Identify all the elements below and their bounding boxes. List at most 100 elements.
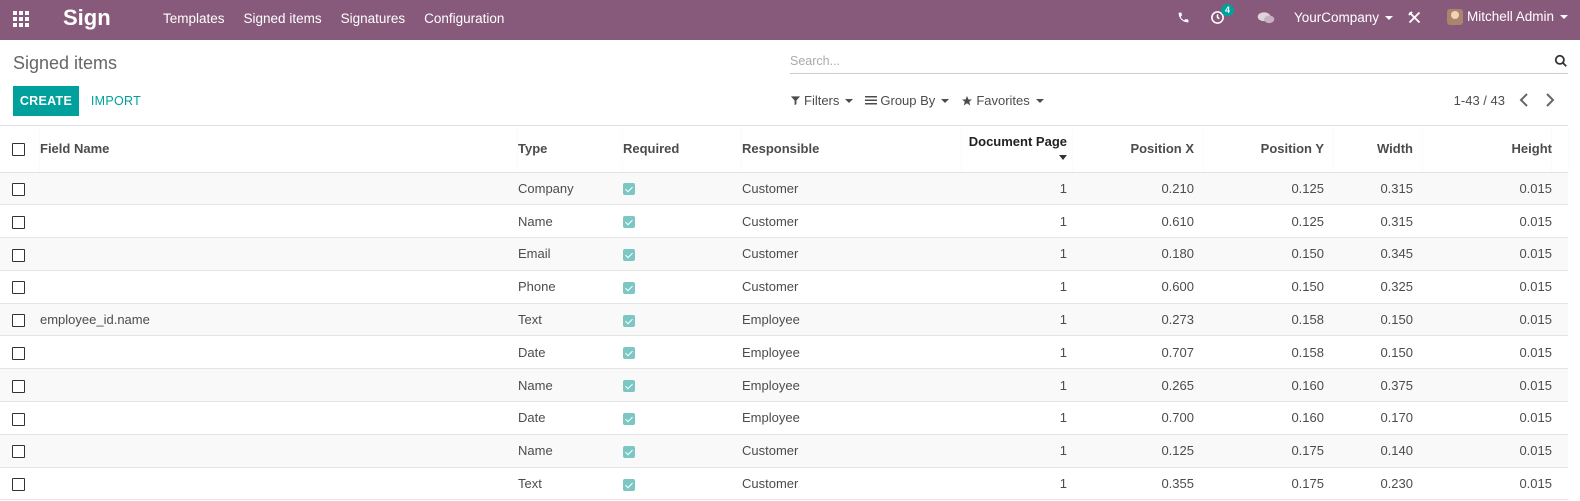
column-header-width[interactable]: Width xyxy=(1334,126,1423,173)
groupby-dropdown[interactable]: Group By xyxy=(865,93,950,108)
cell-width: 0.315 xyxy=(1334,172,1423,206)
menu-item-signed-items[interactable]: Signed items xyxy=(244,11,322,26)
phone-icon[interactable] xyxy=(1177,11,1191,25)
row-select-cell xyxy=(0,434,40,468)
filters-dropdown[interactable]: Filters xyxy=(790,93,854,108)
cell-position-y: 0.150 xyxy=(1204,237,1334,271)
cell-height: 0.015 xyxy=(1423,401,1552,435)
cell-field-name xyxy=(40,335,518,370)
row-checkbox[interactable] xyxy=(12,248,25,262)
column-header-document-page[interactable]: Document Page xyxy=(962,126,1073,173)
row-checkbox[interactable] xyxy=(12,445,25,459)
cell-height: 0.015 xyxy=(1423,335,1552,370)
column-header-responsible[interactable]: Responsible xyxy=(742,126,962,173)
cell-spacer xyxy=(1552,467,1568,501)
cell-field-name xyxy=(40,434,518,468)
table-row[interactable]: Name Customer 1 0.610 0.125 0.315 0.015 xyxy=(0,204,1568,239)
cell-height: 0.015 xyxy=(1423,467,1552,501)
cell-height: 0.015 xyxy=(1423,172,1552,206)
cell-field-name xyxy=(40,270,518,304)
cell-document-page: 1 xyxy=(962,237,1073,271)
cell-responsible: Customer xyxy=(742,237,962,271)
table-row[interactable]: Email Customer 1 0.180 0.150 0.345 0.015 xyxy=(0,237,1568,271)
debug-tools-icon[interactable] xyxy=(1407,10,1423,26)
chevron-left-icon[interactable] xyxy=(1519,93,1531,107)
search-icon[interactable] xyxy=(1554,54,1568,68)
cell-spacer xyxy=(1552,270,1568,304)
table-row[interactable]: Text Customer 1 0.355 0.175 0.230 0.015 xyxy=(0,467,1568,501)
column-header-position-x[interactable]: Position X xyxy=(1073,126,1204,173)
favorites-dropdown[interactable]: Favorites xyxy=(961,93,1044,108)
cell-position-y: 0.158 xyxy=(1204,303,1334,337)
import-button[interactable]: IMPORT xyxy=(84,86,148,116)
row-checkbox[interactable] xyxy=(12,379,25,393)
cell-type: Text xyxy=(518,467,623,501)
cell-position-y: 0.150 xyxy=(1204,270,1334,304)
table-row[interactable]: Name Customer 1 0.125 0.175 0.140 0.015 xyxy=(0,434,1568,468)
chevron-down-icon xyxy=(941,98,950,103)
table-row[interactable]: Name Employee 1 0.265 0.160 0.375 0.015 xyxy=(0,368,1568,403)
main-menu: Templates Signed items Signatures Config… xyxy=(163,11,523,26)
cell-width: 0.315 xyxy=(1334,204,1423,239)
create-button[interactable]: CREATE xyxy=(13,86,79,116)
row-checkbox[interactable] xyxy=(12,281,25,295)
cell-responsible: Employee xyxy=(742,368,962,403)
table-row[interactable]: employee_id.name Text Employee 1 0.273 0.158 0… xyxy=(0,303,1568,337)
search-input[interactable] xyxy=(790,50,1550,72)
cell-position-x: 0.125 xyxy=(1073,434,1204,468)
filters-label: Filters xyxy=(804,93,840,108)
menu-item-templates[interactable]: Templates xyxy=(163,11,225,26)
cell-responsible: Employee xyxy=(742,401,962,435)
select-all-cell xyxy=(0,126,40,173)
cell-spacer xyxy=(1552,303,1568,337)
chat-icon[interactable] xyxy=(1257,11,1275,25)
row-checkbox[interactable] xyxy=(12,478,25,492)
top-navbar: Sign Templates Signed items Signatures C… xyxy=(0,0,1580,40)
row-checkbox[interactable] xyxy=(12,182,25,196)
required-checkbox xyxy=(623,314,635,327)
chevron-right-icon[interactable] xyxy=(1545,93,1557,107)
cell-type: Email xyxy=(518,237,623,271)
column-header-type[interactable]: Type xyxy=(518,126,623,173)
cell-spacer xyxy=(1552,368,1568,403)
column-header-required[interactable]: Required xyxy=(623,126,742,173)
table-row[interactable]: Company Customer 1 0.210 0.125 0.315 0.015 xyxy=(0,172,1568,206)
column-header-position-y[interactable]: Position Y xyxy=(1204,126,1334,173)
row-checkbox[interactable] xyxy=(12,314,25,328)
chevron-down-icon xyxy=(1560,15,1569,20)
app-brand[interactable]: Sign xyxy=(63,5,111,31)
required-checkbox xyxy=(623,347,635,360)
column-header-field-name[interactable]: Field Name xyxy=(40,126,518,173)
pager-value[interactable]: 1-43 / 43 xyxy=(1454,93,1505,108)
cell-spacer xyxy=(1552,237,1568,271)
cell-spacer xyxy=(1552,204,1568,239)
table-row[interactable]: Phone Customer 1 0.600 0.150 0.325 0.015 xyxy=(0,270,1568,304)
table-header-row: Field Name Type Required Responsible Doc… xyxy=(0,126,1568,173)
row-select-cell xyxy=(0,303,40,337)
table-row[interactable]: Date Employee 1 0.707 0.158 0.150 0.015 xyxy=(0,335,1568,370)
groupby-label: Group By xyxy=(880,93,936,108)
cell-type: Date xyxy=(518,335,623,370)
menu-item-configuration[interactable]: Configuration xyxy=(424,11,504,26)
table-row[interactable]: Date Employee 1 0.700 0.160 0.170 0.015 xyxy=(0,401,1568,435)
required-checkbox xyxy=(623,216,635,229)
row-select-cell xyxy=(0,368,40,403)
menu-item-signatures[interactable]: Signatures xyxy=(341,11,406,26)
activity-clock-icon[interactable]: 4 xyxy=(1210,4,1235,26)
cell-height: 0.015 xyxy=(1423,368,1552,403)
apps-menu-icon[interactable] xyxy=(13,11,31,27)
select-all-checkbox[interactable] xyxy=(12,143,25,157)
cell-type: Phone xyxy=(518,270,623,304)
cell-height: 0.015 xyxy=(1423,237,1552,271)
cell-responsible: Customer xyxy=(742,467,962,501)
user-menu[interactable]: Mitchell Admin xyxy=(1447,9,1569,26)
required-checkbox xyxy=(623,249,635,262)
company-switcher[interactable]: YourCompany xyxy=(1294,10,1394,25)
row-checkbox[interactable] xyxy=(12,215,25,229)
cell-document-page: 1 xyxy=(962,204,1073,239)
cell-spacer xyxy=(1552,335,1568,370)
row-checkbox[interactable] xyxy=(12,346,25,360)
row-checkbox[interactable] xyxy=(12,412,25,426)
column-header-height[interactable]: Height xyxy=(1423,126,1552,173)
bars-icon xyxy=(865,96,878,105)
